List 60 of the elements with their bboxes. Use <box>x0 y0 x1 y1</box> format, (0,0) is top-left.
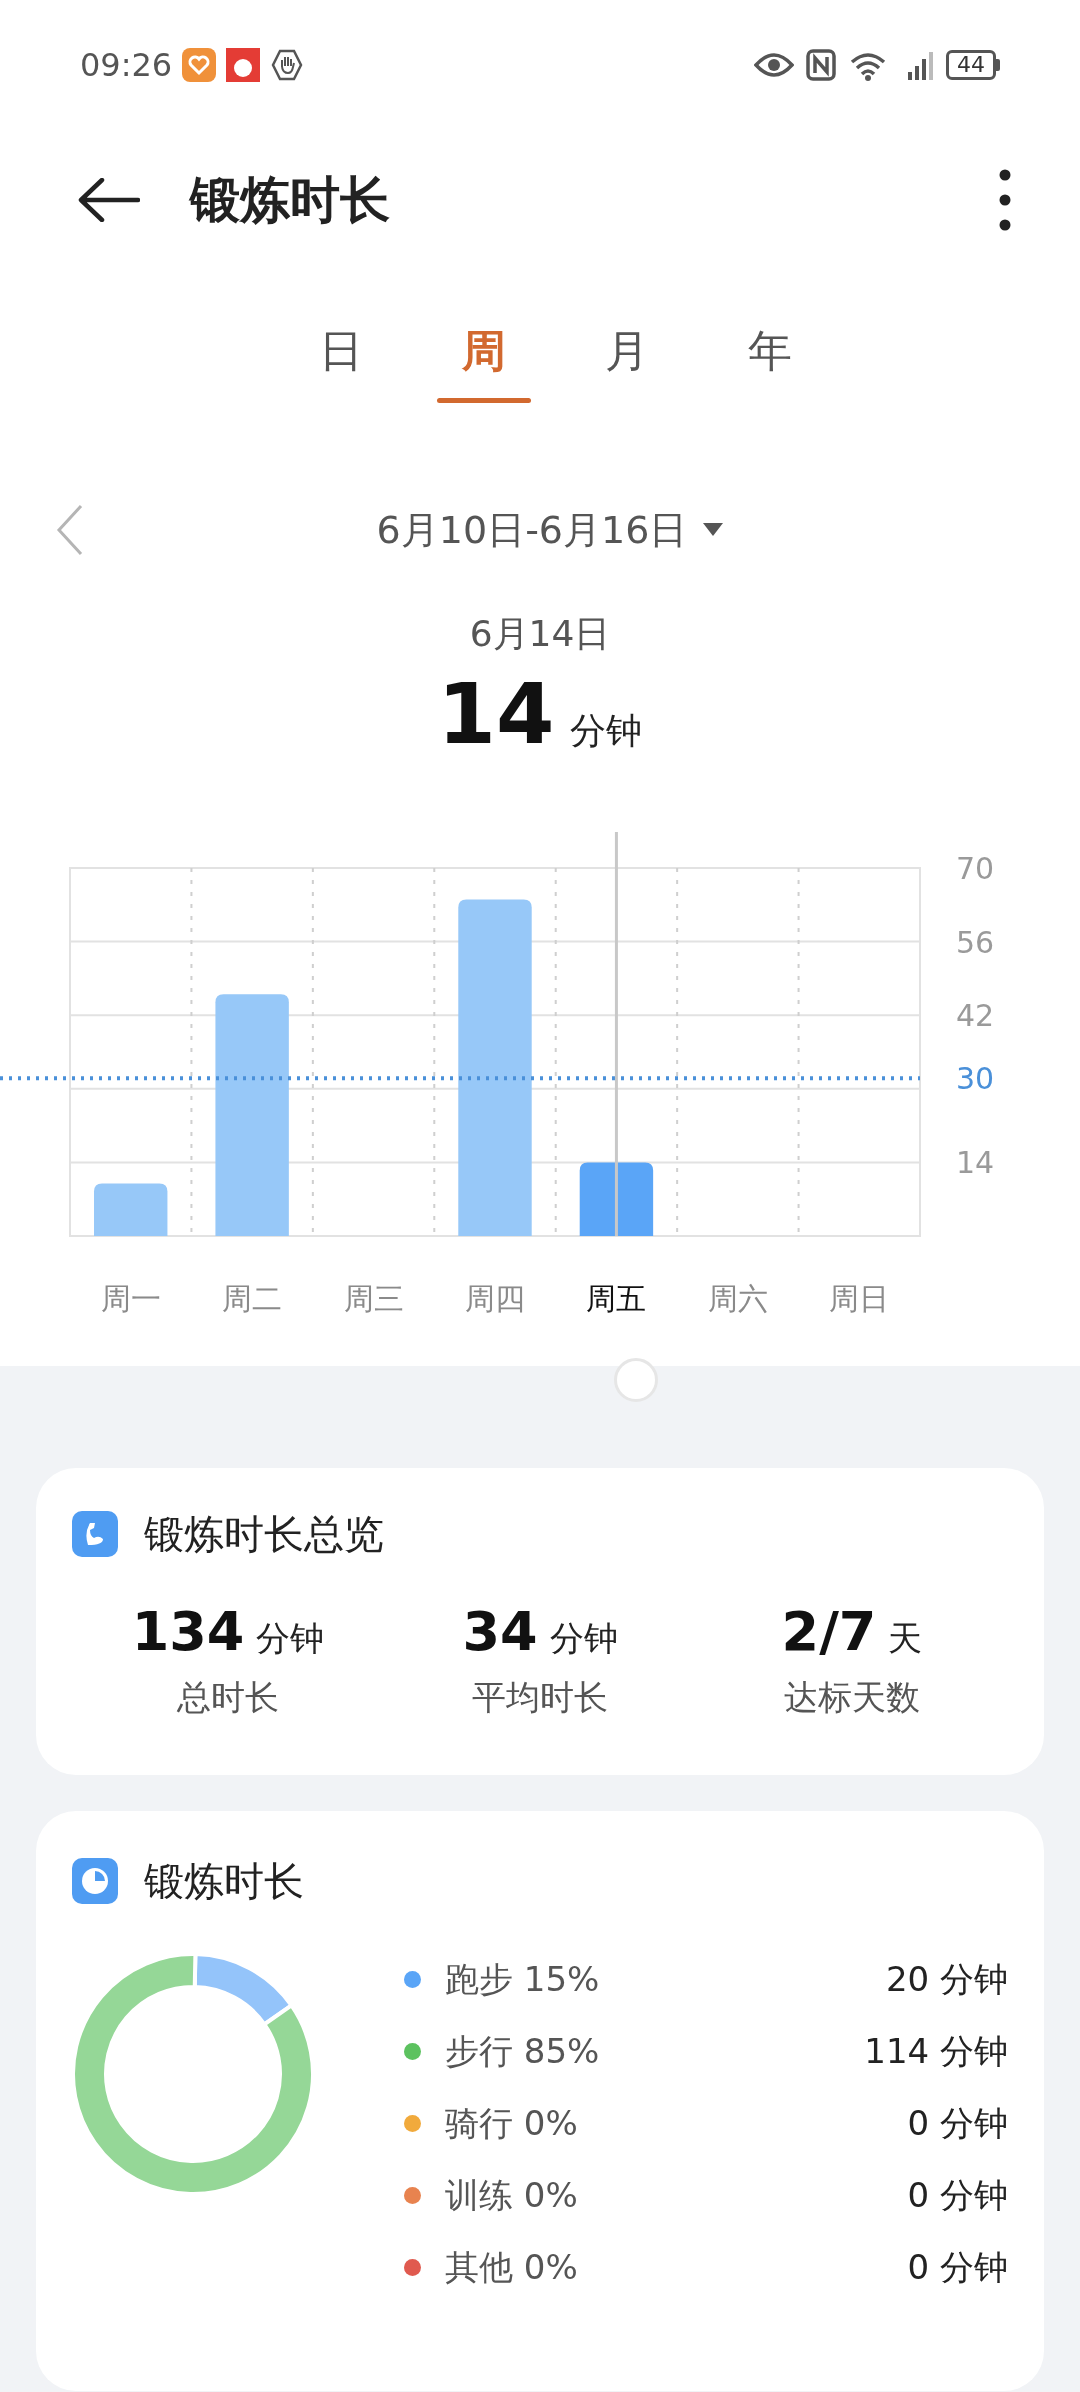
eye-icon <box>754 51 794 79</box>
legend-value: 20 分钟 <box>885 1957 1008 2001</box>
x-tick-label: 周五 <box>586 1281 647 1316</box>
more-icon[interactable] <box>998 168 1012 232</box>
hand-icon <box>270 48 305 82</box>
legend-value: 0 分钟 <box>907 2173 1008 2217</box>
heart-app-icon <box>182 48 217 82</box>
stat-label: 总时长 <box>177 1676 279 1719</box>
back-icon[interactable] <box>78 178 140 222</box>
chart-bar[interactable] <box>458 899 532 1236</box>
selected-date: 6月14日 <box>469 612 611 656</box>
x-tick-label: 周一 <box>100 1281 161 1316</box>
y-tick-label: 70 <box>955 851 995 886</box>
legend-label: 步行 85% <box>445 2029 600 2073</box>
period-tab[interactable]: 周 <box>434 305 533 415</box>
y-tick-label: 56 <box>955 924 995 960</box>
dropdown-icon[interactable] <box>703 523 724 537</box>
card-title: 锻炼时长 <box>144 1857 304 1906</box>
nfc-icon <box>806 49 836 81</box>
app-icon <box>226 48 261 82</box>
legend-label: 跑步 15% <box>445 1957 600 2001</box>
chart-bar[interactable] <box>94 1183 168 1236</box>
battery-level: 44 <box>957 54 985 76</box>
page-title: 锻炼时长 <box>190 169 390 231</box>
x-tick-label: 周六 <box>707 1281 768 1316</box>
period-tab[interactable]: 年 <box>720 305 819 415</box>
date-range[interactable]: 6月10日-6月16日 <box>376 501 688 559</box>
legend-value: 114 分钟 <box>864 2029 1008 2073</box>
legend-label: 其他 0% <box>445 2245 578 2289</box>
status-time: 09:26 <box>80 45 173 86</box>
x-tick-label: 周二 <box>222 1281 283 1316</box>
selected-value: 14 <box>437 664 555 764</box>
legend-value: 0 分钟 <box>907 2101 1008 2145</box>
stat-unit: 分钟 <box>256 1617 325 1660</box>
stat-unit: 天 <box>888 1617 923 1660</box>
previous-icon[interactable] <box>56 504 84 556</box>
x-tick-label: 周三 <box>343 1281 404 1316</box>
stat-value: 34 <box>462 1600 538 1664</box>
muscle-icon <box>72 1511 118 1557</box>
legend-label: 训练 0% <box>445 2173 578 2217</box>
stat-value: 2/7 <box>781 1600 877 1664</box>
stat-unit: 分钟 <box>549 1617 618 1660</box>
period-tab[interactable]: 月 <box>577 305 676 415</box>
pie-chart-icon <box>72 1858 118 1904</box>
card-title: 锻炼时长总览 <box>144 1510 384 1559</box>
stat-label: 平均时长 <box>472 1676 608 1719</box>
y-tick-label: 14 <box>955 1145 995 1181</box>
chart-bar[interactable] <box>579 1162 654 1236</box>
selected-unit: 分钟 <box>570 709 643 753</box>
chart-handle[interactable] <box>614 1358 658 1402</box>
legend-value: 0 分钟 <box>907 2245 1008 2289</box>
stat-label: 达标天数 <box>784 1676 920 1719</box>
goal-label: 30 <box>955 1061 995 1097</box>
x-tick-label: 周日 <box>829 1281 890 1316</box>
period-tab[interactable]: 日 <box>291 305 390 415</box>
x-tick-label: 周四 <box>465 1281 525 1316</box>
legend-label: 骑行 0% <box>445 2101 578 2145</box>
chart-bar[interactable] <box>215 994 289 1236</box>
stat-value: 134 <box>131 1600 245 1664</box>
y-tick-label: 42 <box>955 998 995 1034</box>
